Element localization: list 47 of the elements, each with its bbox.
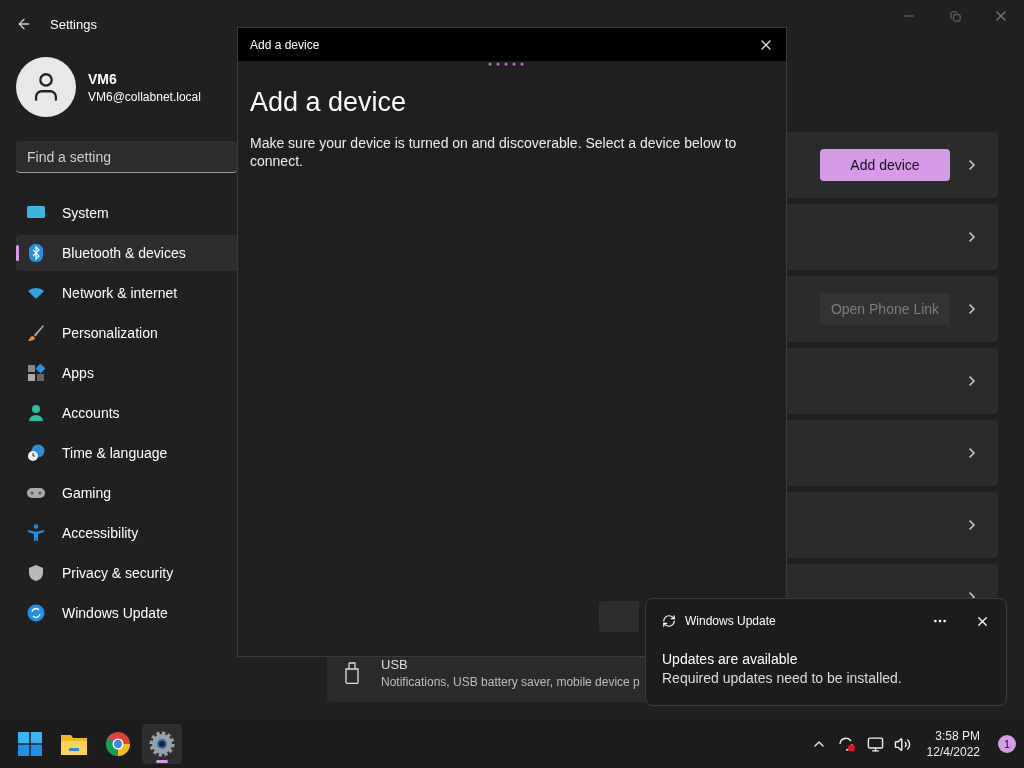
nav-item[interactable]: Apps [16, 355, 246, 391]
card-title: USB [381, 657, 409, 672]
volume-icon[interactable] [893, 735, 911, 753]
person-icon [27, 404, 45, 422]
nav-item[interactable]: Accessibility [16, 515, 246, 551]
window-title: Settings [50, 16, 97, 32]
bluetooth-icon [27, 244, 45, 262]
card-description: Notifications, USB battery saver, mobile device p [381, 675, 640, 689]
usb-icon [345, 662, 359, 684]
user-email: VM6@collabnet.local [88, 89, 201, 104]
nav-item[interactable]: Privacy & security [16, 555, 246, 591]
toast-app-name: Windows Update [685, 614, 777, 628]
nav-item[interactable]: Accounts [16, 395, 246, 431]
nav-item[interactable]: Personalization [16, 315, 246, 351]
action-button[interactable]: Add device [820, 149, 950, 181]
folder-icon [61, 733, 87, 755]
user-name: VM6 [88, 70, 118, 87]
windows-logo-icon [18, 732, 42, 756]
gear-icon [149, 731, 175, 757]
sync-alert-icon[interactable] [836, 735, 857, 753]
dialog-text: Make sure your device is turned on and discoverable. Select a device below to connect. [250, 134, 738, 170]
brush-icon [27, 324, 45, 342]
clock-date[interactable]: 12/4/2022 [926, 744, 980, 760]
toast-body: Required updates need to be installed. [662, 670, 903, 686]
accessibility-icon [27, 524, 45, 542]
avatar [16, 57, 76, 117]
browser-icon [106, 732, 130, 756]
apps-icon [27, 364, 45, 382]
toast-title: Updates are available [662, 651, 799, 667]
dialog-heading: Add a device [250, 87, 408, 118]
shield-icon [27, 564, 45, 582]
nav-item[interactable]: Gaming [16, 475, 246, 511]
nav-item[interactable]: System [16, 195, 246, 231]
nav-item[interactable]: Network & internet [16, 275, 246, 311]
progress-dots-icon [486, 61, 526, 67]
taskbar-app[interactable] [142, 724, 182, 764]
monitor-icon[interactable] [866, 735, 884, 753]
clock-time[interactable]: 3:58 PM [935, 728, 980, 744]
search-field[interactable]: Find a setting [16, 141, 237, 173]
dialog-title: Add a device [250, 37, 320, 52]
sync-icon [662, 614, 676, 628]
notification-count[interactable]: 1 [998, 735, 1016, 753]
nav-item[interactable]: Time & language [16, 435, 246, 471]
globe-clock-icon [27, 444, 45, 462]
restore-icon[interactable] [949, 10, 961, 22]
nav-item[interactable]: Windows Update [16, 595, 246, 631]
update-icon [27, 604, 45, 622]
